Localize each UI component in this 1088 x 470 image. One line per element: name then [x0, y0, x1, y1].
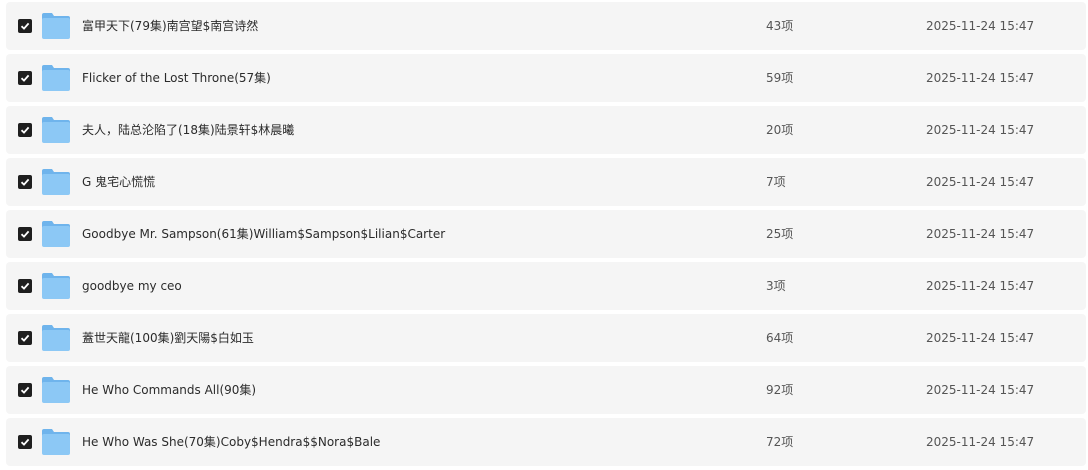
folder-icon — [41, 324, 71, 352]
row-checkbox[interactable] — [18, 123, 32, 137]
row-checkbox[interactable] — [18, 383, 32, 397]
file-name[interactable]: 蓋世天龍(100集)劉天陽$白如玉 — [82, 314, 254, 362]
row-checkbox[interactable] — [18, 19, 32, 33]
file-name[interactable]: 夫人，陆总沦陷了(18集)陆景轩$林晨曦 — [82, 106, 294, 154]
item-count: 59项 — [766, 71, 794, 85]
row-checkbox[interactable] — [18, 175, 32, 189]
file-row[interactable]: 夫人，陆总沦陷了(18集)陆景轩$林晨曦 20项 2025-11-24 15:4… — [6, 106, 1086, 154]
modified-date: 2025-11-24 15:47 — [926, 279, 1035, 293]
checkmark-icon — [20, 230, 30, 238]
item-count: 64项 — [766, 331, 794, 345]
modified-date: 2025-11-24 15:47 — [926, 383, 1035, 397]
row-checkbox[interactable] — [18, 331, 32, 345]
item-count: 43项 — [766, 19, 794, 33]
row-checkbox[interactable] — [18, 227, 32, 241]
checkmark-icon — [20, 334, 30, 342]
file-name[interactable]: 富甲天下(79集)南宫望$南宫诗然 — [82, 2, 258, 50]
modified-date: 2025-11-24 15:47 — [926, 19, 1035, 33]
file-row[interactable]: goodbye my ceo 3项 2025-11-24 15:47 — [6, 262, 1086, 310]
checkmark-icon — [20, 74, 30, 82]
file-row[interactable]: He Who Was She(70集)Coby$Hendra$$Nora$Bal… — [6, 418, 1086, 466]
modified-date: 2025-11-24 15:47 — [926, 175, 1035, 189]
folder-icon — [41, 428, 71, 456]
file-list: 富甲天下(79集)南宫望$南宫诗然 43项 2025-11-24 15:47 F… — [6, 2, 1086, 470]
file-name[interactable]: He Who Was She(70集)Coby$Hendra$$Nora$Bal… — [82, 418, 380, 466]
checkmark-icon — [20, 126, 30, 134]
folder-icon — [41, 64, 71, 92]
row-checkbox[interactable] — [18, 279, 32, 293]
item-count: 92项 — [766, 383, 794, 397]
file-row[interactable]: Goodbye Mr. Sampson(61集)William$Sampson$… — [6, 210, 1086, 258]
item-count: 3项 — [766, 279, 786, 293]
folder-icon — [41, 272, 71, 300]
row-checkbox[interactable] — [18, 71, 32, 85]
folder-icon — [41, 220, 71, 248]
modified-date: 2025-11-24 15:47 — [926, 331, 1035, 345]
item-count: 72项 — [766, 435, 794, 449]
file-row[interactable]: He Who Commands All(90集) 92项 2025-11-24 … — [6, 366, 1086, 414]
modified-date: 2025-11-24 15:47 — [926, 227, 1035, 241]
file-name[interactable]: goodbye my ceo — [82, 262, 182, 310]
checkmark-icon — [20, 178, 30, 186]
checkmark-icon — [20, 438, 30, 446]
file-row[interactable]: 富甲天下(79集)南宫望$南宫诗然 43项 2025-11-24 15:47 — [6, 2, 1086, 50]
modified-date: 2025-11-24 15:47 — [926, 123, 1035, 137]
file-name[interactable]: Flicker of the Lost Throne(57集) — [82, 54, 271, 102]
file-row[interactable]: Flicker of the Lost Throne(57集) 59项 2025… — [6, 54, 1086, 102]
folder-icon — [41, 376, 71, 404]
folder-icon — [41, 168, 71, 196]
item-count: 7项 — [766, 175, 786, 189]
folder-icon — [41, 12, 71, 40]
checkmark-icon — [20, 386, 30, 394]
file-row[interactable]: 蓋世天龍(100集)劉天陽$白如玉 64项 2025-11-24 15:47 — [6, 314, 1086, 362]
item-count: 20项 — [766, 123, 794, 137]
modified-date: 2025-11-24 15:47 — [926, 71, 1035, 85]
checkmark-icon — [20, 22, 30, 30]
row-checkbox[interactable] — [18, 435, 32, 449]
item-count: 25项 — [766, 227, 794, 241]
file-name[interactable]: G 鬼宅心慌慌 — [82, 158, 155, 206]
file-name[interactable]: He Who Commands All(90集) — [82, 366, 256, 414]
folder-icon — [41, 116, 71, 144]
file-row[interactable]: G 鬼宅心慌慌 7项 2025-11-24 15:47 — [6, 158, 1086, 206]
file-name[interactable]: Goodbye Mr. Sampson(61集)William$Sampson$… — [82, 210, 445, 258]
modified-date: 2025-11-24 15:47 — [926, 435, 1035, 449]
checkmark-icon — [20, 282, 30, 290]
